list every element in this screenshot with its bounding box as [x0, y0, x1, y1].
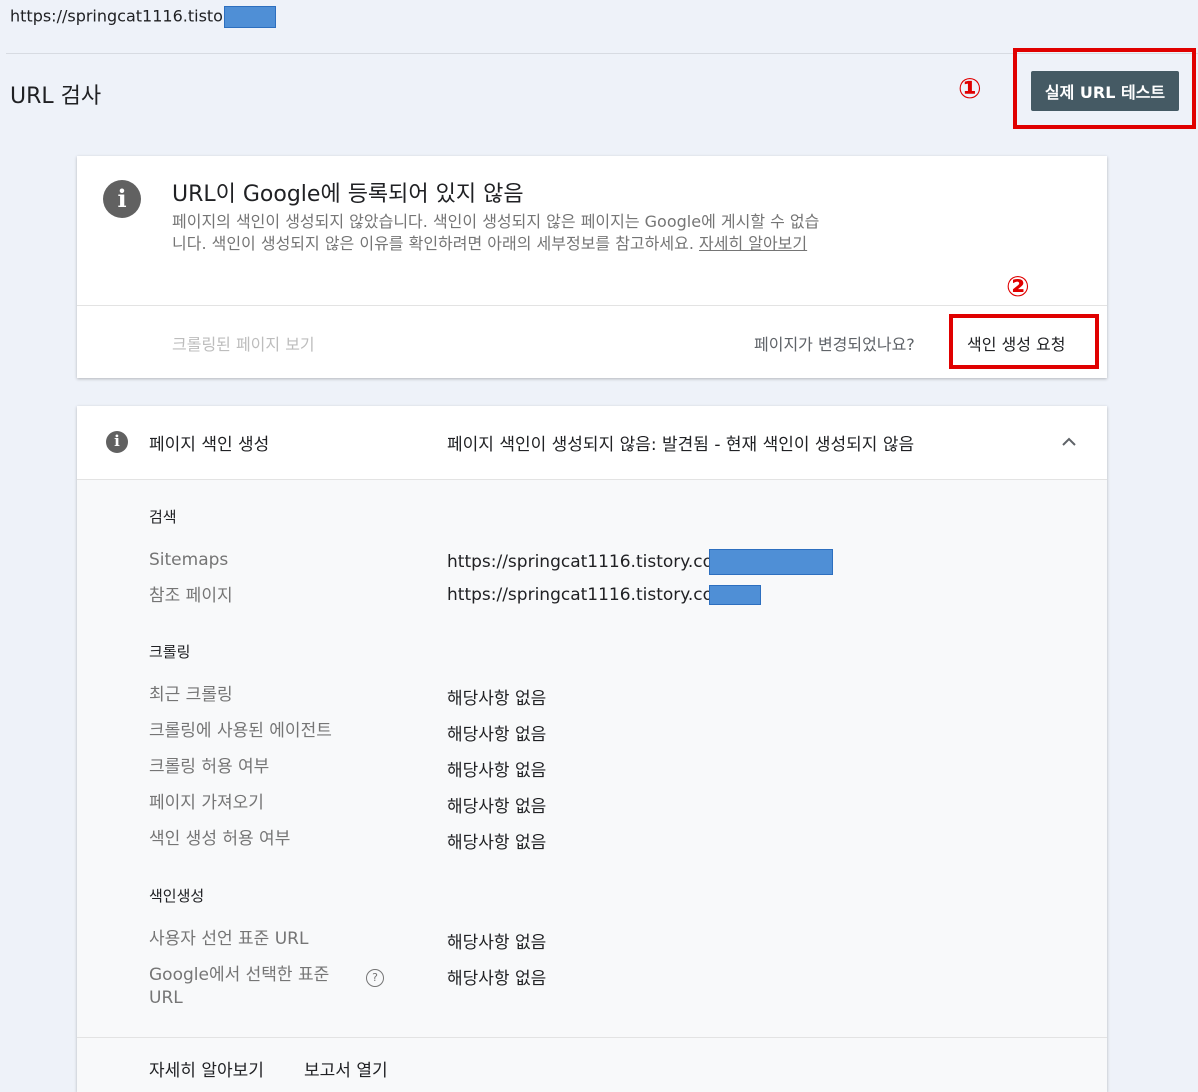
details-body: 검색 Sitemaps https://springcat1116.tistor…: [77, 480, 1107, 1092]
row-label: 페이지 가져오기: [149, 793, 264, 813]
view-crawled-page-button[interactable]: 크롤링된 페이지 보기: [172, 331, 315, 355]
row-value: 해당사항 없음: [447, 797, 547, 817]
page-title: URL 검사: [10, 84, 102, 109]
page-indexing-header[interactable]: i 페이지 색인 생성 페이지 색인이 생성되지 않음: 발견됨 - 현재 색인…: [77, 406, 1107, 480]
group-heading-indexing: 색인생성: [149, 887, 205, 905]
section-status: 페이지 색인이 생성되지 않음: 발견됨 - 현재 색인이 생성되지 않음: [447, 435, 915, 455]
row-label: 색인 생성 허용 여부: [149, 829, 291, 849]
card-divider: [77, 305, 1107, 306]
footer-learn-more-link[interactable]: 자세히 알아보기: [149, 1056, 264, 1081]
row-label: 참조 페이지: [149, 586, 233, 606]
row-value: 해당사항 없음: [447, 833, 547, 853]
row-value: 해당사항 없음: [447, 725, 547, 745]
row-value: 해당사항 없음: [447, 689, 547, 709]
redaction-block: [709, 585, 762, 605]
row-value: 해당사항 없음: [447, 969, 547, 989]
status-title: URL이 Google에 등록되어 있지 않음: [172, 182, 524, 207]
group-heading-search: 검색: [149, 508, 177, 526]
info-icon: i: [106, 431, 128, 453]
row-label: 크롤링 허용 여부: [149, 757, 270, 777]
help-icon[interactable]: ?: [366, 969, 384, 987]
page-indexing-details-card: i 페이지 색인 생성 페이지 색인이 생성되지 않음: 발견됨 - 현재 색인…: [77, 406, 1107, 1092]
section-label: 페이지 색인 생성: [149, 435, 270, 455]
row-value: 해당사항 없음: [447, 933, 547, 953]
chevron-up-icon[interactable]: [1057, 430, 1081, 454]
sitemap-url[interactable]: https://springcat1116.tistory.co: [447, 549, 834, 575]
redaction-block: [223, 6, 276, 28]
learn-more-link[interactable]: 자세히 알아보기: [699, 234, 807, 253]
row-label: Google에서 선택한 표준 URL: [149, 965, 330, 1008]
row-label: 크롤링에 사용된 에이전트: [149, 721, 332, 741]
page-changed-question: 페이지가 변경되었나요?: [754, 335, 915, 354]
referring-url-text: https://springcat1116.tistory.co: [447, 585, 714, 605]
annotation-box-2: [949, 314, 1099, 369]
info-icon: i: [103, 180, 141, 218]
status-description: 페이지의 색인이 생성되지 않았습니다. 색인이 생성되지 않은 페이지는 Go…: [172, 211, 822, 255]
group-heading-crawl: 크롤링: [149, 643, 191, 661]
annotation-number-2: ②: [1006, 270, 1030, 303]
details-footer: 자세히 알아보기 보고서 열기: [77, 1038, 1107, 1092]
open-report-link[interactable]: 보고서 열기: [304, 1056, 388, 1081]
annotation-number-1: ①: [958, 72, 982, 105]
row-label: 사용자 선언 표준 URL: [149, 929, 309, 949]
redaction-block: [709, 549, 834, 575]
row-label: 최근 크롤링: [149, 685, 233, 705]
property-url[interactable]: https://springcat1116.tistory.com: [10, 6, 276, 28]
live-url-test-button[interactable]: 실제 URL 테스트: [1031, 71, 1179, 111]
row-label: Sitemaps: [149, 550, 229, 570]
row-value: 해당사항 없음: [447, 761, 547, 781]
sitemap-url-text: https://springcat1116.tistory.co: [447, 552, 714, 572]
referring-page-url[interactable]: https://springcat1116.tistory.co: [447, 585, 762, 605]
